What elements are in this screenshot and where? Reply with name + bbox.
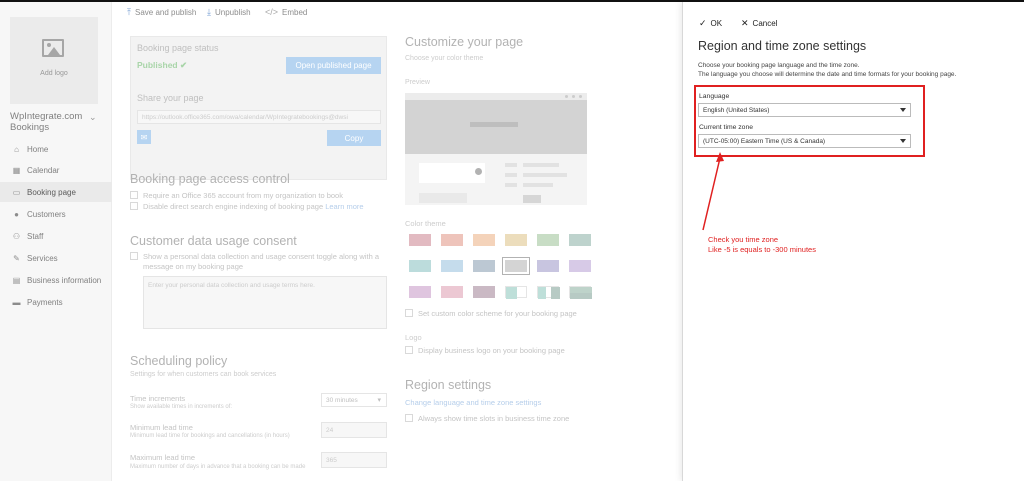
cancel-button[interactable]: ✕ Cancel xyxy=(741,18,777,29)
annotation-arrow xyxy=(702,152,724,231)
annotation-line-2: Like -5 is equals to -300 minutes xyxy=(708,245,816,254)
check-icon: ✓ xyxy=(699,18,707,28)
panel-description-1: Choose your booking page language and th… xyxy=(698,62,860,69)
close-icon: ✕ xyxy=(741,18,749,28)
annotation-highlight-box xyxy=(694,85,925,157)
cancel-label: Cancel xyxy=(752,19,778,28)
annotation-line-1: Check you time zone xyxy=(708,235,779,244)
ok-button[interactable]: ✓ OK xyxy=(699,18,722,29)
panel-description-2: The language you choose will determine t… xyxy=(698,71,957,78)
ok-label: OK xyxy=(710,19,723,28)
modal-overlay[interactable] xyxy=(0,2,682,481)
panel-title: Region and time zone settings xyxy=(698,39,867,53)
